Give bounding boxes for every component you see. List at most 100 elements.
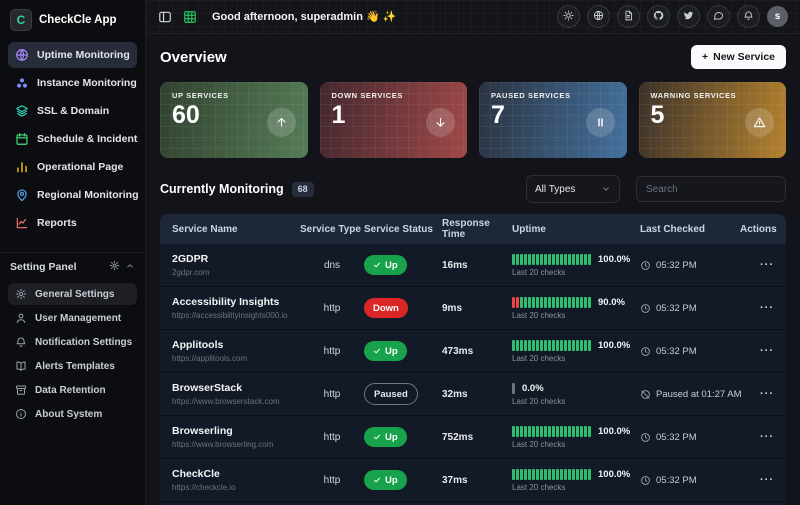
col-service-name: Service Name [172,224,300,235]
sidebar-item-label: Notification Settings [35,337,132,348]
sidebar-collapse-icon[interactable] [158,10,172,24]
sidebar-item-schedule-incident[interactable]: Schedule & Incident [8,126,137,152]
stat-card-warning-services: WARNING SERVICES 5 [639,82,787,158]
new-service-button[interactable]: + New Service [691,45,786,69]
notifications-button[interactable] [737,5,760,28]
globe-icon [593,8,604,26]
response-time: 473ms [442,346,512,357]
table-row[interactable]: Browserling https://www.browserling.com … [160,416,786,459]
status-label: Up [385,260,398,271]
sidebar-item-reports[interactable]: Reports [8,210,137,236]
last-checked-time: 05:32 PM [656,432,697,443]
sidebar-item-label: User Management [35,313,121,324]
col-last-checked: Last Checked [640,224,740,235]
table-row[interactable]: Accessibility Insights https://accessibi… [160,287,786,330]
user-avatar[interactable]: s [767,6,788,27]
clock-icon [640,260,651,271]
sidebar-item-about-system[interactable]: About System [8,403,137,425]
service-type: http [300,475,364,486]
services-table: Service Name Service Type Service Status… [160,214,786,505]
col-service-status: Service Status [364,224,442,235]
language-button[interactable] [587,5,610,28]
stat-card-down-services: DOWN SERVICES 1 [320,82,468,158]
search-input[interactable] [636,176,786,202]
sidebar-item-instance-monitoring[interactable]: Instance Monitoring [8,70,137,96]
github-button[interactable] [647,5,670,28]
service-name-cell: CheckCle https://checkcle.io [172,468,300,492]
col-actions: Actions [740,224,777,235]
uptime-cell: 0.0% Last 20 checks [512,383,640,406]
col-service-type: Service Type [300,224,364,235]
twitter-button[interactable] [677,5,700,28]
table-row[interactable]: BrowserStack https://www.browserstack.co… [160,373,786,416]
status-pill: Up [364,255,407,275]
sidebar-item-alerts-templates[interactable]: Alerts Templates [8,355,137,377]
table-row[interactable]: 2GDPR 2gdpr.com dns Up 16ms 100.0% Last … [160,244,786,287]
topbar: Good afternoon, superadmin 👋 ✨ s [146,0,800,34]
uptime-percent: 100.0% [598,426,630,437]
new-service-label: New Service [713,51,775,63]
warning-icon [745,108,774,137]
last-checked: 05:32 PM [640,260,740,271]
last-checked-time: 05:32 PM [656,475,697,486]
book-icon [15,360,27,372]
sidebar-item-uptime-monitoring[interactable]: Uptime Monitoring [8,42,137,68]
stat-card-label: WARNING SERVICES [651,91,775,100]
chevron-up-icon [125,261,135,274]
sidebar-item-data-retention[interactable]: Data Retention [8,379,137,401]
sidebar-item-notification-settings[interactable]: Notification Settings [8,331,137,353]
service-name: Accessibility Insights [172,296,300,308]
row-actions-button[interactable]: ··· [740,388,774,400]
service-url: https://accessibilityinsights000.io [172,311,300,320]
row-actions-button[interactable]: ··· [740,302,774,314]
col-uptime: Uptime [512,224,640,235]
status-label: Up [385,475,398,486]
settings-panel-header[interactable]: Setting Panel [0,252,145,279]
sidebar-item-user-management[interactable]: User Management [8,307,137,329]
sidebar-menu: Uptime Monitoring Instance Monitoring SS… [0,38,145,240]
app-logo: C CheckCle App [0,0,145,38]
status-pill: Down [364,298,408,318]
pause-icon [586,108,615,137]
main-area: Good afternoon, superadmin 👋 ✨ s Overvie… [146,0,800,505]
sidebar-item-label: Instance Monitoring [37,77,137,89]
service-type: http [300,303,364,314]
row-actions-button[interactable]: ··· [740,474,774,486]
theme-toggle-button[interactable] [557,5,580,28]
grid-icon[interactable] [183,10,197,24]
app-logo-icon: C [10,9,32,31]
row-actions-button[interactable]: ··· [740,431,774,443]
docs-icon [623,8,634,26]
overview-header: Overview + New Service [160,45,786,69]
archive-icon [15,384,27,396]
type-filter-select[interactable]: All Types [526,175,620,203]
sidebar-item-regional-monitoring[interactable]: Regional Monitoring [8,182,137,208]
uptime-note: Last 20 checks [512,268,640,277]
monitoring-header: Currently Monitoring 68 All Types [160,175,786,203]
service-type: dns [300,260,364,271]
status-pill: Up [364,470,407,490]
uptime-percent: 100.0% [598,469,630,480]
docs-button[interactable] [617,5,640,28]
stat-card-up-services: UP SERVICES 60 [160,82,308,158]
response-time: 32ms [442,389,512,400]
status-pill: Up [364,427,407,447]
plus-icon: + [702,51,708,63]
chat-button[interactable] [707,5,730,28]
table-row[interactable]: Applitools https://applitools.com http U… [160,330,786,373]
row-actions-button[interactable]: ··· [740,345,774,357]
service-type: http [300,432,364,443]
stat-card-label: DOWN SERVICES [332,91,456,100]
sidebar-item-general-settings[interactable]: General Settings [8,283,137,305]
sidebar-item-ssl-domain[interactable]: SSL & Domain [8,98,137,124]
uptime-percent: 0.0% [522,383,544,394]
stat-card-paused-services: PAUSED SERVICES 7 [479,82,627,158]
service-status-cell: Up [364,341,442,361]
row-actions-button[interactable]: ··· [740,259,774,271]
service-url: https://checkcle.io [172,483,300,492]
sidebar-item-operational-page[interactable]: Operational Page [8,154,137,180]
service-name: Applitools [172,339,300,351]
layers-icon [15,104,29,118]
uptime-bars [512,340,591,351]
table-row[interactable]: CheckCle https://checkcle.io http Up 37m… [160,459,786,502]
